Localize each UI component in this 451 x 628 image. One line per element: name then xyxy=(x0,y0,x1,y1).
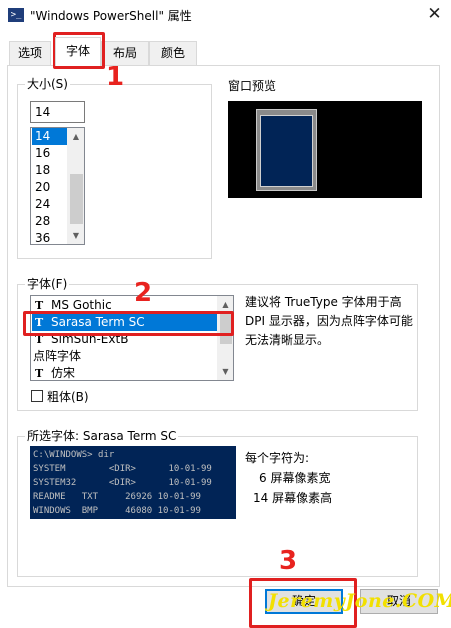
font-group-label: 字体(F) xyxy=(25,277,70,291)
sample-line: SYSTEM32 <DIR> 10-01-99 xyxy=(33,478,212,488)
bold-checkbox[interactable] xyxy=(31,390,43,402)
selected-font-label: 所选字体: Sarasa Term SC xyxy=(25,429,179,443)
bold-checkbox-label[interactable]: 粗体(B) xyxy=(47,388,89,405)
tab-colors[interactable]: 颜色 xyxy=(149,41,197,65)
font-sample-preview: C:\WINDOWS> dir SYSTEM <DIR> 10-01-99 SY… xyxy=(30,446,236,519)
size-input[interactable]: 14 xyxy=(30,101,85,123)
size-option[interactable]: 14 xyxy=(32,128,67,145)
annotation-step-3: 3 xyxy=(279,546,298,576)
char-info-title: 每个字符为: xyxy=(245,451,310,465)
sample-line: README TXT 26926 10-01-99 xyxy=(33,492,201,502)
scroll-up-icon[interactable]: ▲ xyxy=(68,128,84,145)
tab-options[interactable]: 选项 xyxy=(9,41,51,65)
font-listbox[interactable]: T MS Gothic T Sarasa Term SC T SimSun-ExtB … xyxy=(30,295,234,381)
sample-line: C:\WINDOWS> dir xyxy=(33,450,115,460)
scroll-thumb[interactable] xyxy=(70,174,83,224)
size-listbox[interactable]: 14 16 18 20 24 28 36 ▲ ▼ xyxy=(30,127,85,245)
char-height-text: 14 屏幕像素高 xyxy=(253,491,333,505)
title-bar[interactable]: >_ "Windows PowerShell" 属性 ✕ xyxy=(0,0,451,31)
font-option-label: MS Gothic xyxy=(51,298,112,312)
annotation-step-1: 1 xyxy=(106,62,125,92)
size-option[interactable]: 16 xyxy=(32,145,67,162)
size-option[interactable]: 20 xyxy=(32,179,67,196)
font-option[interactable]: 点阵字体 xyxy=(32,348,218,365)
font-option[interactable]: T 仿宋 xyxy=(32,365,218,380)
scroll-down-icon[interactable]: ▼ xyxy=(218,363,233,380)
font-option-label: 点阵字体 xyxy=(33,349,82,363)
annotation-box-font-selection xyxy=(23,311,234,336)
truetype-icon: T xyxy=(35,367,44,380)
size-group-label: 大小(S) xyxy=(25,77,70,91)
tab-font[interactable]: 字体 xyxy=(55,37,101,66)
annotation-step-2: 2 xyxy=(134,278,153,308)
size-option[interactable]: 18 xyxy=(32,162,67,179)
window-title: "Windows PowerShell" 属性 xyxy=(30,9,192,23)
font-option-label: 仿宋 xyxy=(51,366,76,380)
size-scrollbar[interactable]: ▲ ▼ xyxy=(67,128,84,244)
powershell-icon: >_ xyxy=(8,8,24,22)
close-button[interactable]: ✕ xyxy=(418,0,451,31)
font-scrollbar[interactable]: ▲ ▼ xyxy=(217,296,233,380)
size-option[interactable]: 36 xyxy=(32,230,67,244)
preview-console-area xyxy=(260,115,313,187)
size-option[interactable]: 28 xyxy=(32,213,67,230)
char-width-text: 6 屏幕像素宽 xyxy=(259,471,331,485)
preview-label: 窗口预览 xyxy=(228,79,277,93)
size-option[interactable]: 24 xyxy=(32,196,67,213)
scroll-down-icon[interactable]: ▼ xyxy=(68,227,84,244)
sample-line: WINDOWS BMP 46080 10-01-99 xyxy=(33,506,201,516)
char-size-info: 每个字符为: 6 屏幕像素宽 14 屏幕像素高 xyxy=(245,448,415,508)
sample-line: SYSTEM <DIR> 10-01-99 xyxy=(33,464,212,474)
font-recommendation-text: 建议将 TrueType 字体用于高 DPI 显示器，因为点阵字体可能无法清晰显… xyxy=(245,295,413,347)
watermark-logo: JeremyJone.COM xyxy=(268,590,451,612)
